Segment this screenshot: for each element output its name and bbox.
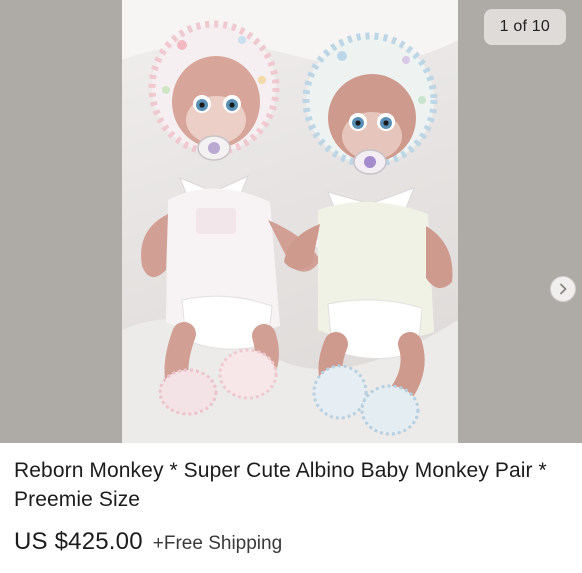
next-image-button[interactable]	[550, 276, 576, 302]
item-price: US $425.00	[14, 528, 143, 555]
reborn-monkey-dolls-image	[122, 0, 458, 443]
listing-details: Reborn Monkey * Super Cute Albino Baby M…	[0, 443, 582, 573]
listing-photo[interactable]	[122, 0, 458, 443]
listing-card: 1 of 10 Reborn Monkey * Super Cute Albin…	[0, 0, 582, 573]
image-counter: 1 of 10	[483, 9, 566, 45]
price-row: US $425.00 +Free Shipping	[14, 528, 566, 556]
shipping-info: +Free Shipping	[152, 533, 283, 554]
listing-title[interactable]: Reborn Monkey * Super Cute Albino Baby M…	[14, 456, 566, 514]
image-gallery[interactable]: 1 of 10	[0, 0, 582, 443]
chevron-right-icon	[560, 283, 567, 295]
